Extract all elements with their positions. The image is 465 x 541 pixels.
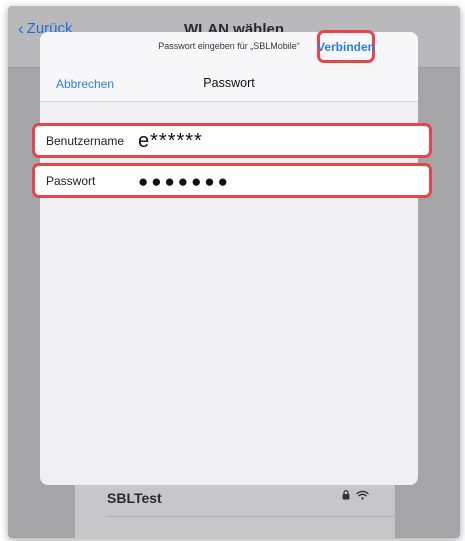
wifi-icon: [356, 490, 369, 500]
lock-icon: [342, 490, 350, 500]
list-divider: [107, 516, 395, 517]
username-field[interactable]: Benutzername e******: [32, 123, 432, 158]
password-field[interactable]: Passwort ●●●●●●●: [32, 163, 432, 198]
password-value[interactable]: ●●●●●●●: [138, 169, 231, 195]
connect-button[interactable]: Verbinden: [317, 30, 375, 63]
username-value[interactable]: e******: [138, 128, 203, 154]
network-row[interactable]: SBLTest: [75, 480, 395, 516]
password-label: Passwort: [46, 174, 96, 188]
username-label: Benutzername: [46, 134, 125, 148]
network-name: SBLTest: [107, 490, 162, 506]
dialog-title: Passwort: [203, 76, 255, 90]
tablet-screen: ‹ Zurück WLAN wählen SBLTest Passwort ei…: [8, 6, 460, 538]
password-dialog: Passwort eingeben für „SBLMobile“ Abbrec…: [40, 32, 418, 485]
